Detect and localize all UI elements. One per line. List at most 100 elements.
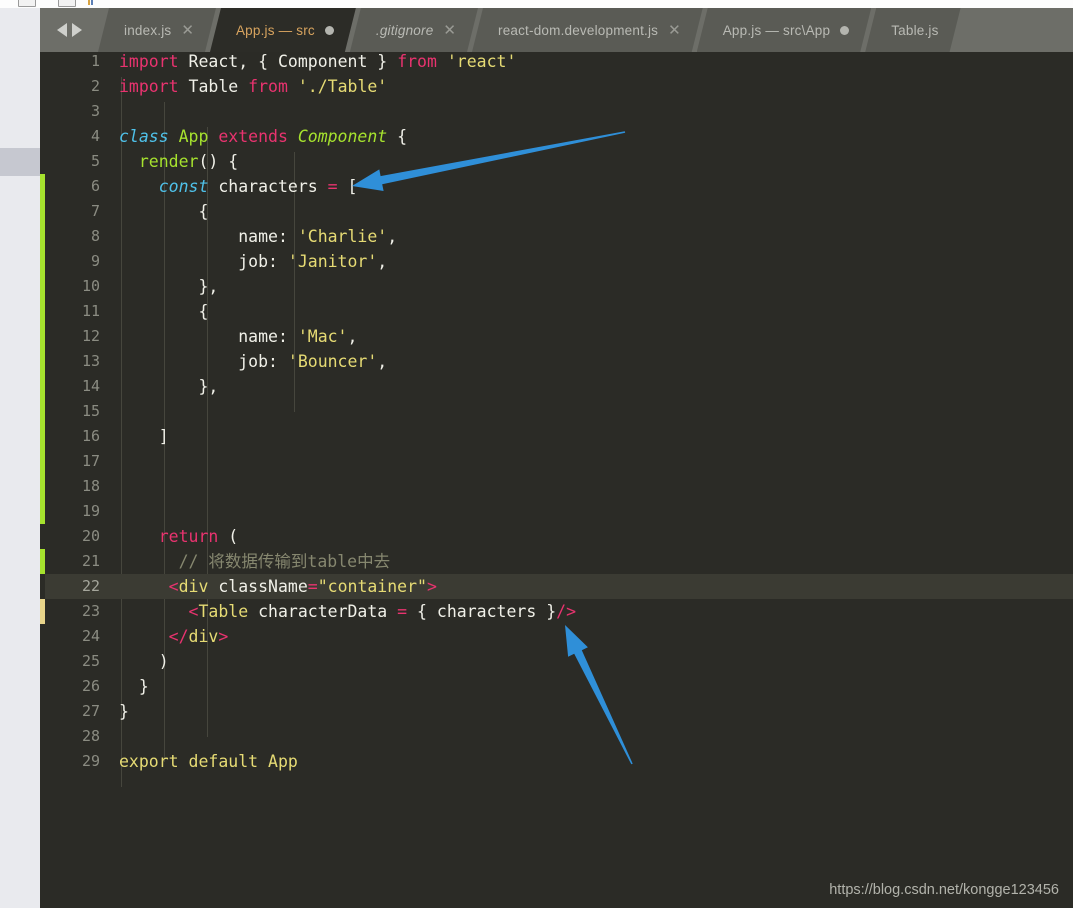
code-line-16[interactable]: ] [109, 424, 1073, 449]
code-token: = [397, 602, 408, 621]
line-number: 7 [90, 202, 100, 220]
code-token: /> [556, 602, 577, 621]
code-token: } [367, 52, 398, 71]
code-token: 'Bouncer' [277, 352, 378, 371]
code-token: job: [119, 352, 278, 371]
code-token: () { [198, 152, 239, 171]
code-line-26[interactable]: } [109, 674, 1073, 699]
code-token: Table [178, 77, 249, 96]
code-token: './Table' [287, 77, 388, 96]
code-line-18[interactable] [109, 474, 1073, 499]
editor-tab-label: App.js — src [235, 22, 315, 38]
left-margin [0, 8, 40, 908]
code-token: 'react' [436, 52, 517, 71]
code-token: import [119, 77, 179, 96]
code-line-28[interactable] [109, 724, 1073, 749]
code-token: , [387, 227, 398, 246]
line-number: 29 [81, 752, 100, 770]
editor-tab-2[interactable]: .gitignore ✕ [350, 8, 478, 52]
code-line-22[interactable]: <div className="container"> [109, 574, 1073, 599]
code-line-17[interactable] [109, 449, 1073, 474]
code-token: // 将数据传输到table中去 [119, 552, 391, 571]
editor-tab-0[interactable]: index.js ✕ [98, 8, 216, 52]
code-token: , [377, 252, 388, 271]
editor-tab-label: .gitignore [375, 22, 434, 38]
code-line-7[interactable]: { [109, 199, 1073, 224]
code-line-6[interactable]: const characters = [ [109, 174, 1073, 199]
close-icon[interactable]: ✕ [443, 23, 456, 38]
editor-tab-4[interactable]: App.js — src\App [697, 8, 872, 52]
code-line-2[interactable]: import Table from './Table' [109, 74, 1073, 99]
tab-list: index.js ✕ App.js — src .gitignore ✕ react-do… [98, 8, 955, 52]
line-number: 19 [81, 502, 100, 520]
close-icon[interactable]: ✕ [668, 23, 681, 38]
code-line-19[interactable] [109, 499, 1073, 524]
code-token: } [119, 702, 129, 721]
line-number: 5 [90, 152, 100, 170]
code-token: extends [218, 127, 288, 146]
code-token: Component [277, 52, 368, 71]
editor-tab-3[interactable]: react-dom.development.js ✕ [472, 8, 703, 52]
code-editor[interactable]: 1 2 3 4 5 6 7 8 9 10 11 12 13 14 15 16 17 18 19 20 21 22 23 24 2… [40, 52, 1073, 908]
code-token: , [377, 352, 388, 371]
line-number: 9 [90, 252, 100, 270]
code-line-14[interactable]: }, [109, 374, 1073, 399]
code-token: characters [208, 177, 328, 196]
code-token: div [178, 577, 219, 596]
line-number: 24 [81, 627, 100, 645]
code-token: } [119, 677, 149, 696]
code-token: characterData [258, 602, 398, 621]
code-line-23[interactable]: <Table characterData = { characters }/> [109, 599, 1073, 624]
code-line-12[interactable]: name: 'Mac', [109, 324, 1073, 349]
code-token: return [158, 527, 219, 546]
code-line-3[interactable] [109, 99, 1073, 124]
code-token: { [119, 202, 209, 221]
code-line-27[interactable]: } [109, 699, 1073, 724]
code-line-1[interactable]: import React, { Component } from 'react' [109, 52, 1073, 74]
code-token: ] [119, 427, 169, 446]
toolbar-button-icon-2[interactable] [58, 0, 76, 7]
code-line-11[interactable]: { [109, 299, 1073, 324]
code-token: < [188, 602, 199, 621]
code-token: { [387, 127, 408, 146]
code-token: import [119, 52, 179, 71]
code-content[interactable]: import React, { Component } from 'react'… [109, 52, 1073, 908]
code-line-4[interactable]: class App extends Component { [109, 124, 1073, 149]
unsaved-changes-dot-icon[interactable] [325, 26, 334, 35]
previous-tab-arrow-icon[interactable] [56, 23, 67, 37]
code-token: job: [119, 252, 278, 271]
editor-tab-5[interactable]: Table.js [865, 8, 960, 52]
line-number: 16 [81, 427, 100, 445]
code-line-29[interactable]: export default App [109, 749, 1073, 774]
unsaved-changes-dot-icon[interactable] [840, 26, 849, 35]
code-token: className [218, 577, 308, 596]
tab-nav-arrows[interactable] [40, 8, 98, 52]
close-icon[interactable]: ✕ [181, 23, 194, 38]
code-token: = [327, 177, 338, 196]
code-line-24[interactable]: </div> [109, 624, 1073, 649]
code-line-20[interactable]: return ( [109, 524, 1073, 549]
code-token: characters [436, 602, 537, 621]
line-number: 22 [45, 574, 109, 599]
code-line-9[interactable]: job: 'Janitor', [109, 249, 1073, 274]
toolbar-caret-icon-blue [91, 0, 93, 5]
code-token: name: [119, 327, 288, 346]
code-editor-window: index.js ✕ App.js — src .gitignore ✕ react-do… [0, 0, 1073, 908]
toolbar-button-icon-1[interactable] [18, 0, 36, 7]
code-token: }, [119, 277, 219, 296]
code-line-25[interactable]: ) [109, 649, 1073, 674]
code-line-8[interactable]: name: 'Charlie', [109, 224, 1073, 249]
code-line-10[interactable]: }, [109, 274, 1073, 299]
code-line-15[interactable] [109, 399, 1073, 424]
toolbar-strip [0, 0, 1073, 8]
code-line-21[interactable]: // 将数据传输到table中去 [109, 549, 1073, 574]
code-token: class [119, 127, 169, 146]
line-number: 14 [81, 377, 100, 395]
code-token: 'Mac' [287, 327, 348, 346]
editor-tab-1[interactable]: App.js — src [210, 8, 356, 52]
next-tab-arrow-icon[interactable] [71, 23, 82, 37]
code-line-5[interactable]: render() { [109, 149, 1073, 174]
code-line-13[interactable]: job: 'Bouncer', [109, 349, 1073, 374]
line-number: 26 [81, 677, 100, 695]
